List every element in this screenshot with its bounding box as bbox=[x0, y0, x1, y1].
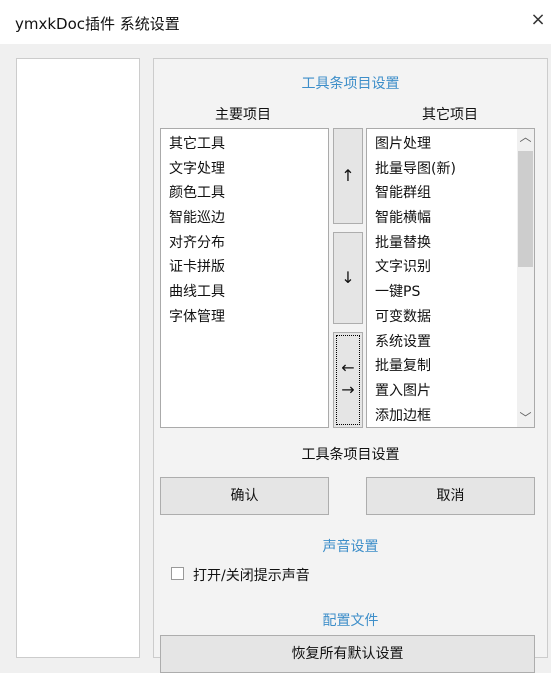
move-down-button[interactable]: ↓ bbox=[333, 232, 363, 324]
settings-panel: 工具条项目设置 主要项目 其它项目 其它工具 文字处理 颜色工具 智能巡边 对齐分布 证卡… bbox=[153, 58, 548, 673]
other-list-item[interactable]: 置入图片 bbox=[367, 379, 534, 404]
sound-toggle-label[interactable]: 打开/关闭提示声音 bbox=[193, 565, 310, 585]
close-icon[interactable]: × bbox=[528, 10, 548, 30]
other-list-item[interactable]: 批量导图(新) bbox=[367, 157, 534, 182]
other-list-item[interactable]: 系统设置 bbox=[367, 330, 534, 355]
other-list-item[interactable]: 批量复制 bbox=[367, 354, 534, 379]
other-items-list[interactable]: 图片处理 批量导图(新) 智能群组 智能横幅 批量替换 文字识别 一键PS 可变数据 系统设置批… bbox=[366, 128, 535, 428]
other-list-item[interactable]: 可变数据 bbox=[367, 305, 534, 330]
window-title: ymxkDoc插件 系统设置 bbox=[15, 15, 180, 33]
scroll-down-icon[interactable]: ﹀ bbox=[517, 410, 534, 427]
other-list-item[interactable]: 文字识别 bbox=[367, 255, 534, 280]
arrow-left-icon: ← bbox=[341, 358, 355, 377]
category-list-panel[interactable] bbox=[16, 58, 140, 658]
toolbar-section-title: 工具条项目设置 bbox=[301, 76, 400, 92]
other-list-item[interactable]: 添加边框 bbox=[367, 404, 534, 427]
confirm-button[interactable]: 确认 bbox=[160, 477, 329, 515]
main-list-item[interactable]: 对齐分布 bbox=[161, 231, 328, 256]
arrow-right-icon: → bbox=[341, 380, 355, 399]
main-items-list[interactable]: 其它工具 文字处理 颜色工具 智能巡边 对齐分布 证卡拼版 曲线工具 字体管理 bbox=[160, 128, 329, 428]
main-list-item[interactable]: 文字处理 bbox=[161, 157, 328, 182]
main-list-item[interactable]: 字体管理 bbox=[161, 305, 328, 330]
move-up-button[interactable]: ↑ bbox=[333, 128, 363, 224]
other-list-item[interactable]: 智能群组 bbox=[367, 181, 534, 206]
main-list-item[interactable]: 曲线工具 bbox=[161, 280, 328, 305]
main-list-item[interactable]: 智能巡边 bbox=[161, 206, 328, 231]
restore-defaults-button[interactable]: 恢复所有默认设置 bbox=[160, 635, 535, 673]
config-section-title: 配置文件 bbox=[322, 613, 379, 629]
scroll-thumb[interactable] bbox=[518, 151, 533, 267]
sound-section-title: 声音设置 bbox=[322, 539, 379, 555]
title-bar: ymxkDoc插件 系统设置 × bbox=[0, 0, 551, 44]
other-list-item[interactable]: 图片处理 bbox=[367, 132, 534, 157]
swap-button[interactable]: ← → bbox=[333, 332, 363, 428]
toolbar-caption: 工具条项目设置 bbox=[301, 447, 400, 463]
main-list-item[interactable]: 颜色工具 bbox=[161, 181, 328, 206]
other-items-scrollbar[interactable]: ︿ ﹀ bbox=[517, 129, 534, 427]
other-list-item[interactable]: 智能横幅 bbox=[367, 206, 534, 231]
main-list-item[interactable]: 证卡拼版 bbox=[161, 255, 328, 280]
sound-toggle-checkbox[interactable] bbox=[171, 567, 184, 580]
main-list-item[interactable]: 其它工具 bbox=[161, 132, 328, 157]
other-list-item[interactable]: 批量替换 bbox=[367, 231, 534, 256]
cancel-button[interactable]: 取消 bbox=[366, 477, 535, 515]
scroll-up-icon[interactable]: ︿ bbox=[517, 129, 534, 146]
other-items-label: 其它项目 bbox=[422, 107, 478, 123]
main-items-label: 主要项目 bbox=[215, 107, 271, 123]
other-list-item[interactable]: 一键PS bbox=[367, 280, 534, 305]
